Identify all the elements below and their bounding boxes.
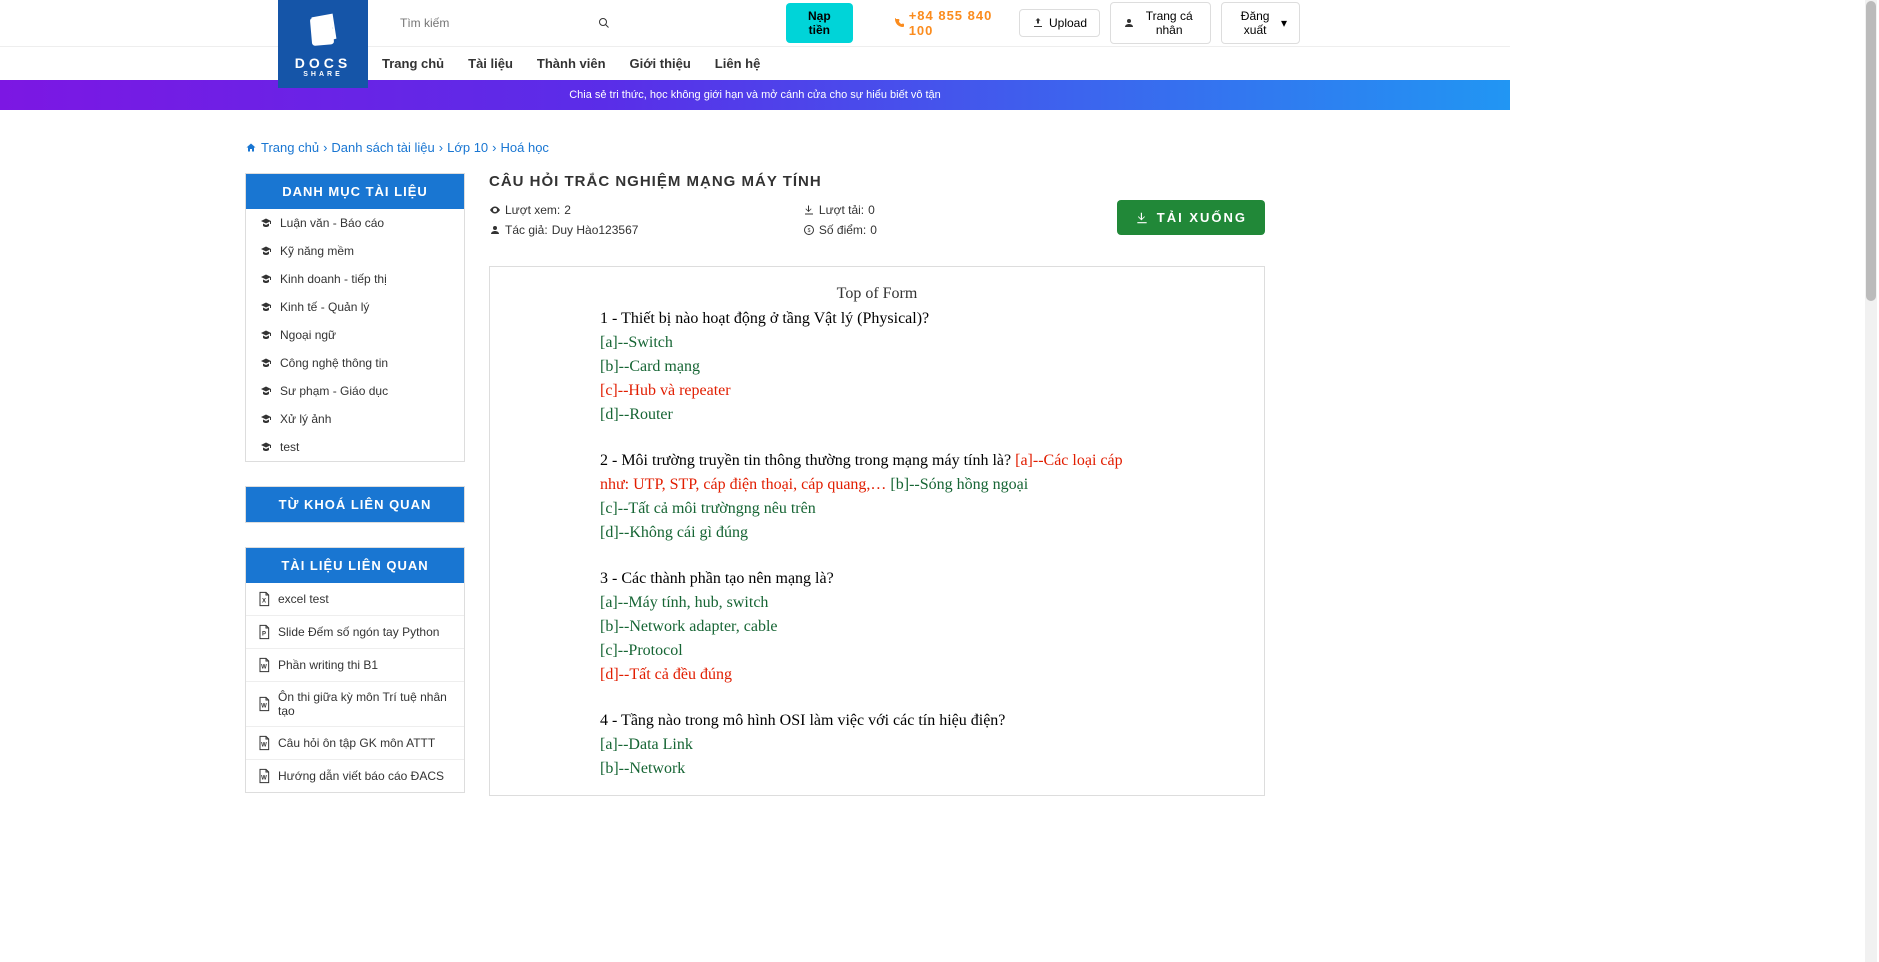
page-scrollbar[interactable] [1865,0,1877,962]
svg-text:X: X [262,598,266,604]
logo-main-text: DOCS [295,55,351,71]
category-item[interactable]: Kỹ năng mềm [246,237,464,265]
breadcrumb-home[interactable]: Trang chủ [261,140,319,155]
download-icon [803,204,815,216]
nav-home[interactable]: Trang chủ [382,56,444,71]
file-icon: P [256,624,272,640]
download-button[interactable]: TẢI XUỐNG [1117,200,1265,235]
category-item[interactable]: Công nghệ thông tin [246,349,464,377]
related-item[interactable]: Xexcel test [246,583,464,615]
breadcrumb-subject[interactable]: Hoá học [501,140,549,155]
phone-number[interactable]: +84 855 840 100 [893,8,1009,38]
keywords-head: TỪ KHOÁ LIÊN QUAN [246,487,464,522]
category-item[interactable]: Xử lý ảnh [246,405,464,433]
graduation-icon [260,245,272,257]
user-icon [489,224,501,236]
svg-text:W: W [261,775,267,781]
category-item[interactable]: Kinh tế - Quản lý [246,293,464,321]
header: Nạp tiền +84 855 840 100 Upload Trang cá… [0,0,1510,46]
search-input[interactable] [392,8,592,38]
category-item[interactable]: Luận văn - Báo cáo [246,209,464,237]
svg-text:$: $ [808,228,811,234]
file-icon: X [256,591,272,607]
file-icon: W [256,657,272,673]
author-stat: Tác giả: Duy Hào123567 [489,220,803,240]
user-icon [1123,17,1135,29]
svg-text:W: W [261,703,267,709]
question-3: 3 - Các thành phần tạo nên mạng là? [a]-… [600,567,1154,687]
scroll-thumb[interactable] [1866,1,1876,301]
file-icon: W [256,735,272,751]
search-button[interactable] [592,8,616,38]
logo-sub-text: SHARE [303,71,343,78]
upload-button[interactable]: Upload [1019,9,1100,37]
logout-button[interactable]: Đăng xuất ▾ [1221,2,1300,44]
categories-head: DANH MỤC TÀI LIỆU [246,174,464,209]
related-item[interactable]: PSlide Đếm số ngón tay Python [246,615,464,648]
file-icon: W [256,768,272,784]
document-viewer[interactable]: Top of Form 1 - Thiết bị nào hoạt động ở… [489,266,1265,796]
coin-icon: $ [803,224,815,236]
category-item[interactable]: Sư phạm - Giáo dục [246,377,464,405]
top-of-form: Top of Form [600,285,1154,303]
svg-text:P: P [262,631,266,637]
breadcrumb: Trang chủ› Danh sách tài liệu› Lớp 10› H… [245,140,1265,155]
question-1: 1 - Thiết bị nào hoạt động ở tầng Vật lý… [600,307,1154,427]
nav-docs[interactable]: Tài liệu [468,56,513,71]
related-item[interactable]: WCâu hỏi ôn tập GK môn ATTT [246,726,464,759]
file-icon: W [256,696,272,712]
nav-about[interactable]: Giới thiệu [630,56,691,71]
doc-title: CÂU HỎI TRẮC NGHIỆM MẠNG MÁY TÍNH [489,173,1265,190]
svg-text:W: W [261,742,267,748]
related-item[interactable]: WÔn thi giữa kỳ môn Trí tuệ nhân tạo [246,681,464,726]
category-item[interactable]: test [246,433,464,461]
graduation-icon [260,357,272,369]
downloads-stat: Lượt tải: 0 [803,200,1117,220]
keywords-card: TỪ KHOÁ LIÊN QUAN [245,486,465,523]
chevron-down-icon: ▾ [1281,16,1287,30]
related-item[interactable]: WHướng dẫn viết báo cáo ĐACS [246,759,464,792]
profile-button[interactable]: Trang cá nhân [1110,2,1211,44]
views-stat: Lượt xem: 2 [489,200,803,220]
related-card: TÀI LIỆU LIÊN QUAN Xexcel testPSlide Đếm… [245,547,465,793]
svg-text:W: W [261,664,267,670]
site-logo[interactable]: DOCS SHARE [278,0,368,88]
search-icon [598,17,610,29]
logo-icon [301,11,345,51]
score-stat: $ Số điểm: 0 [803,220,1117,240]
graduation-icon [260,273,272,285]
graduation-icon [260,217,272,229]
nav-members[interactable]: Thành viên [537,56,606,71]
graduation-icon [260,413,272,425]
related-item[interactable]: WPhần writing thi B1 [246,648,464,681]
graduation-icon [260,385,272,397]
graduation-icon [260,329,272,341]
question-2: 2 - Môi trường truyền tin thông thường t… [600,449,1154,545]
nav-contact[interactable]: Liên hệ [715,56,761,71]
banner: Chia sẻ tri thức, học không giới hạn và … [0,80,1510,110]
download-icon [1135,211,1149,225]
category-item[interactable]: Ngoại ngữ [246,321,464,349]
main-nav: Trang chủ Tài liệu Thành viên Giới thiệu… [0,46,1510,80]
home-icon [245,142,257,154]
graduation-icon [260,301,272,313]
related-head: TÀI LIỆU LIÊN QUAN [246,548,464,583]
categories-card: DANH MỤC TÀI LIỆU Luận văn - Báo cáoKỹ n… [245,173,465,462]
upload-icon [1032,17,1044,29]
phone-icon [893,17,905,29]
question-4: 4 - Tầng nào trong mô hình OSI làm việc … [600,709,1154,781]
breadcrumb-list[interactable]: Danh sách tài liệu [331,140,434,155]
breadcrumb-grade[interactable]: Lớp 10 [447,140,488,155]
deposit-button[interactable]: Nạp tiền [786,3,853,43]
category-item[interactable]: Kinh doanh - tiếp thị [246,265,464,293]
graduation-icon [260,441,272,453]
eye-icon [489,204,501,216]
